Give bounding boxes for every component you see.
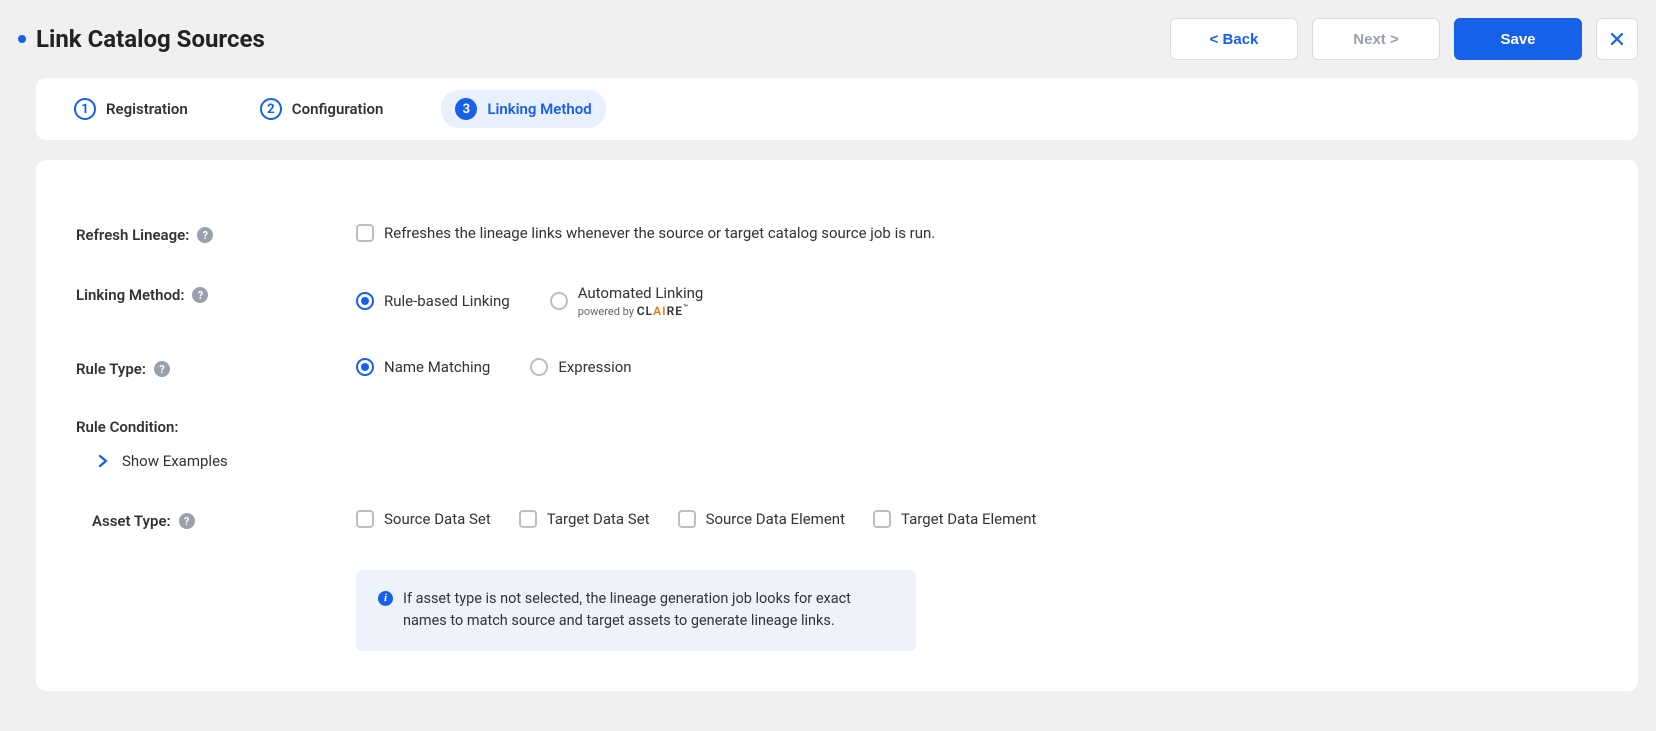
option-label: Rule-based Linking bbox=[384, 292, 510, 310]
checkbox-icon bbox=[356, 224, 374, 242]
source-data-set-checkbox[interactable]: Source Data Set bbox=[356, 510, 491, 528]
step-label: Linking Method bbox=[487, 100, 591, 118]
refresh-lineage-checkbox[interactable]: Refreshes the lineage links whenever the… bbox=[356, 224, 935, 242]
rule-condition-label: Rule Condition: bbox=[76, 418, 1598, 436]
back-button[interactable]: < Back bbox=[1170, 18, 1298, 60]
info-icon: i bbox=[378, 591, 393, 606]
header-actions: < Back Next > Save bbox=[1170, 18, 1638, 60]
close-icon bbox=[1609, 31, 1625, 47]
name-matching-radio[interactable]: Name Matching bbox=[356, 358, 490, 376]
page-header: Link Catalog Sources < Back Next > Save bbox=[18, 0, 1638, 78]
next-button[interactable]: Next > bbox=[1312, 18, 1440, 60]
target-data-set-checkbox[interactable]: Target Data Set bbox=[519, 510, 650, 528]
help-icon[interactable]: ? bbox=[179, 513, 195, 529]
field-label: Rule Type: ? bbox=[76, 358, 356, 378]
option-sublabel: powered by CLAIRE™ bbox=[578, 303, 704, 318]
wizard-steps: 1 Registration 2 Configuration 3 Linking… bbox=[36, 78, 1638, 140]
radio-icon bbox=[530, 358, 548, 376]
refresh-lineage-row: Refresh Lineage: ? Refreshes the lineage… bbox=[76, 224, 1598, 244]
checkbox-icon bbox=[519, 510, 537, 528]
close-button[interactable] bbox=[1596, 18, 1638, 60]
rule-condition-section: Rule Condition: Show Examples bbox=[76, 418, 1598, 470]
target-data-element-checkbox[interactable]: Target Data Element bbox=[873, 510, 1036, 528]
source-data-element-checkbox[interactable]: Source Data Element bbox=[678, 510, 845, 528]
field-label: Refresh Lineage: ? bbox=[76, 224, 356, 244]
radio-icon bbox=[356, 292, 374, 310]
info-box: i If asset type is not selected, the lin… bbox=[356, 570, 916, 651]
step-linking-method[interactable]: 3 Linking Method bbox=[441, 90, 605, 128]
help-icon[interactable]: ? bbox=[154, 361, 170, 377]
step-number: 2 bbox=[260, 98, 282, 120]
step-label: Configuration bbox=[292, 100, 384, 118]
chevron-right-icon bbox=[96, 454, 110, 468]
asset-type-label: Asset Type: bbox=[92, 512, 171, 530]
radio-icon bbox=[550, 292, 568, 310]
option-label: Expression bbox=[558, 358, 631, 376]
title-bullet-icon bbox=[18, 35, 26, 43]
option-label: Source Data Element bbox=[706, 510, 845, 528]
page-title: Link Catalog Sources bbox=[36, 25, 265, 53]
checkbox-icon bbox=[356, 510, 374, 528]
asset-type-row: Asset Type: ? Source Data Set Target Dat… bbox=[76, 510, 1598, 530]
claire-logo: CLAIRE™ bbox=[637, 304, 689, 318]
info-text: If asset type is not selected, the linea… bbox=[403, 588, 894, 633]
radio-icon bbox=[356, 358, 374, 376]
option-label: Target Data Set bbox=[547, 510, 650, 528]
option-label: Target Data Element bbox=[901, 510, 1036, 528]
checkbox-icon bbox=[678, 510, 696, 528]
field-label: Linking Method: ? bbox=[76, 284, 356, 304]
rule-based-linking-radio[interactable]: Rule-based Linking bbox=[356, 292, 510, 310]
powered-by-text: powered by bbox=[578, 305, 637, 318]
help-icon[interactable]: ? bbox=[192, 287, 208, 303]
rule-type-label: Rule Type: bbox=[76, 360, 146, 378]
step-configuration[interactable]: 2 Configuration bbox=[246, 90, 398, 128]
refresh-lineage-label: Refresh Lineage: bbox=[76, 226, 189, 244]
form-card: Refresh Lineage: ? Refreshes the lineage… bbox=[36, 160, 1638, 691]
option-stack: Automated Linking powered by CLAIRE™ bbox=[578, 284, 704, 318]
checkbox-icon bbox=[873, 510, 891, 528]
help-icon[interactable]: ? bbox=[197, 227, 213, 243]
field-label: Asset Type: ? bbox=[76, 510, 356, 530]
linking-method-row: Linking Method: ? Rule-based Linking Aut… bbox=[76, 284, 1598, 318]
option-label: Automated Linking bbox=[578, 284, 704, 302]
refresh-lineage-desc: Refreshes the lineage links whenever the… bbox=[384, 224, 935, 242]
step-registration[interactable]: 1 Registration bbox=[60, 90, 202, 128]
linking-method-label: Linking Method: bbox=[76, 286, 184, 304]
option-label: Name Matching bbox=[384, 358, 490, 376]
save-button[interactable]: Save bbox=[1454, 18, 1582, 60]
automated-linking-radio[interactable]: Automated Linking powered by CLAIRE™ bbox=[550, 284, 704, 318]
step-number: 3 bbox=[455, 98, 477, 120]
title-wrap: Link Catalog Sources bbox=[18, 25, 265, 53]
step-number: 1 bbox=[74, 98, 96, 120]
show-examples-label: Show Examples bbox=[122, 452, 228, 470]
option-label: Source Data Set bbox=[384, 510, 491, 528]
step-label: Registration bbox=[106, 100, 188, 118]
show-examples-toggle[interactable]: Show Examples bbox=[76, 452, 1598, 470]
rule-type-row: Rule Type: ? Name Matching Expression bbox=[76, 358, 1598, 378]
expression-radio[interactable]: Expression bbox=[530, 358, 631, 376]
